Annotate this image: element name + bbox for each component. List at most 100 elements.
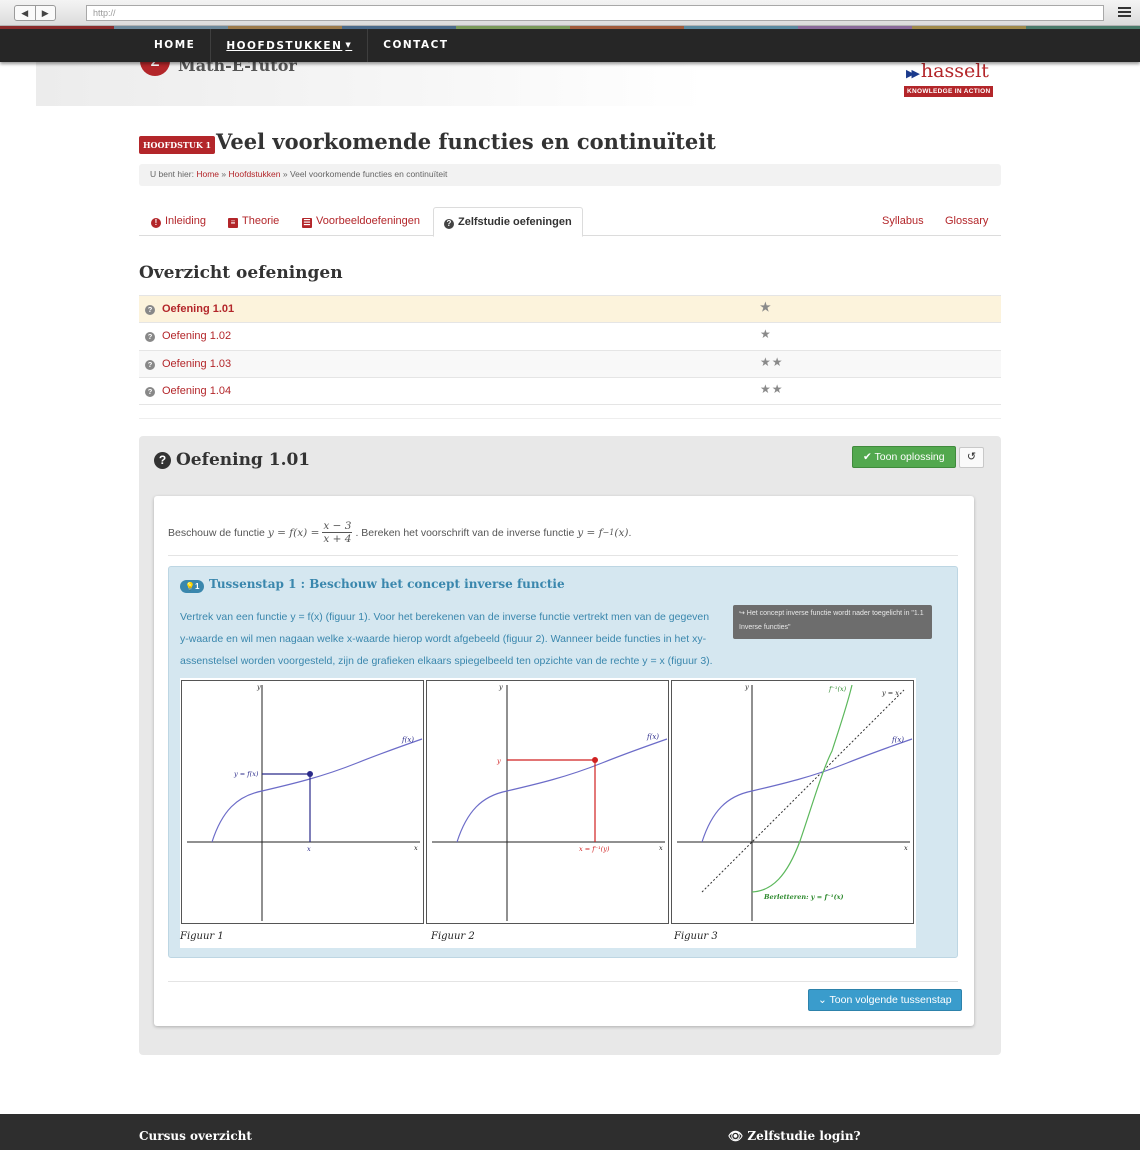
- question-icon: ?: [145, 359, 155, 370]
- reset-button[interactable]: ↺: [959, 447, 984, 468]
- back-button[interactable]: ◀: [15, 6, 35, 20]
- hint-badge: 💡1: [180, 580, 205, 593]
- point-marker: [307, 771, 313, 777]
- exercise-label[interactable]: Oefening 1.02: [162, 323, 231, 350]
- color-strip-segment: [0, 26, 114, 29]
- list-icon: ☰: [302, 218, 312, 228]
- exercise-list: ? Oefening 1.01 ★ ? Oefening 1.02 ★ ? Oefenin…: [139, 295, 1001, 406]
- refresh-icon: ↺: [966, 451, 977, 463]
- difficulty-stars: ★: [760, 300, 772, 314]
- question-prefix: Beschouw de functie: [168, 526, 265, 539]
- university-logo[interactable]: ▶▶ hasselt KNOWLEDGE IN ACTION: [904, 60, 994, 97]
- color-strip-segment: [456, 26, 570, 29]
- question-icon: ?: [145, 386, 155, 397]
- tab-examples-label: Voorbeeldoefeningen: [316, 215, 420, 227]
- logo-arrows-icon: ▶▶: [906, 68, 920, 80]
- forward-button[interactable]: ▶: [34, 6, 56, 20]
- figure-3-graph: f(x) f⁻¹(x) y = x Berletteren: y = f⁻¹(x…: [677, 683, 913, 921]
- math-superscript: −1: [602, 528, 615, 537]
- tab-theory[interactable]: ≡ Theorie: [228, 207, 279, 236]
- exercise-card: Beschouw de functie y = f(x) = x − 3x + …: [154, 496, 974, 1026]
- figure-caption: Figuur 3: [674, 931, 718, 942]
- note-label: Berletteren: y = f⁻¹(x): [763, 893, 844, 901]
- question-circle-icon: ?: [154, 452, 171, 469]
- function-curve: [456, 738, 668, 843]
- next-step-label: Toon volgende tussenstap: [829, 994, 952, 1006]
- list-item[interactable]: ? Oefening 1.02 ★: [139, 323, 1001, 351]
- question-icon: ?: [145, 305, 155, 315]
- divider: [139, 418, 1001, 419]
- footer-course-overview[interactable]: Cursus overzicht: [139, 1129, 252, 1143]
- exercise-label[interactable]: Oefening 1.03: [162, 351, 231, 378]
- book-icon: ≡: [228, 218, 238, 228]
- reference-tooltip[interactable]: ↪ Het concept inverse functie wordt nade…: [733, 605, 932, 639]
- tab-glossary[interactable]: Glossary: [945, 207, 988, 236]
- nav-contact[interactable]: CONTACT: [368, 29, 463, 62]
- nav-home[interactable]: HOME: [139, 29, 212, 62]
- exercise-title: ? Oefening 1.01: [154, 450, 310, 470]
- breadcrumb-chapters[interactable]: Hoofdstukken: [229, 169, 281, 179]
- breadcrumb-separator: »: [282, 169, 288, 179]
- inverse-label: f⁻¹(x): [828, 685, 847, 693]
- list-item[interactable]: ? Oefening 1.03 ★★: [139, 350, 1001, 378]
- tab-intro-label: Inleiding: [165, 215, 206, 227]
- axis-x-label: x: [414, 844, 418, 852]
- check-icon: ✔: [863, 451, 875, 463]
- breadcrumb-home[interactable]: Home: [196, 169, 219, 179]
- color-strip-segment: [798, 26, 912, 29]
- exercise-title-text: Oefening 1.01: [176, 450, 311, 470]
- exercise-panel: ? Oefening 1.01 ✔ Toon oplossing ↺ Bescho…: [139, 436, 1001, 1055]
- list-item[interactable]: ? Oefening 1.04 ★★: [139, 378, 1001, 406]
- math-rhs: y = f: [577, 526, 603, 539]
- tab-syllabus[interactable]: Syllabus: [882, 207, 924, 236]
- header-banner: Z Math-E-Tutor: [36, 54, 706, 106]
- tab-selfstudy-label: Zelfstudie oefeningen: [458, 216, 572, 228]
- info-icon: !: [151, 218, 161, 228]
- footer: Cursus overzicht 👁 Zelfstudie login?: [0, 1114, 1140, 1150]
- inverse-curve: [751, 684, 853, 893]
- divider: [168, 981, 958, 982]
- page-title: Veel voorkomende functies en continuïtei…: [216, 129, 716, 154]
- difficulty-stars: ★★: [760, 354, 784, 369]
- color-strip-segment: [570, 26, 684, 29]
- question-middle: . Bereken het voorschrift van de inverse…: [355, 526, 575, 539]
- history-buttons: ◀ ▶: [14, 5, 56, 21]
- tab-examples[interactable]: ☰ Voorbeeldoefeningen: [302, 207, 420, 236]
- color-strip-segment: [1026, 26, 1140, 29]
- question-suffix: .: [628, 526, 632, 539]
- address-bar[interactable]: http://: [86, 5, 1104, 21]
- breadcrumb: U bent hier: Home » Hoofdstukken » Veel …: [139, 164, 1001, 186]
- show-solution-button[interactable]: ✔ Toon oplossing: [852, 446, 956, 468]
- axis-x-label: x: [659, 844, 663, 852]
- figure-1: f(x) y = f(x) x x y: [181, 680, 424, 924]
- step-text-line: Vertrek van een functie y = f(x) (figuur…: [180, 611, 710, 623]
- tab-intro[interactable]: ! Inleiding: [151, 207, 206, 236]
- figure-2: f(x) y x = f⁻¹(y) x y: [426, 680, 669, 924]
- point-marker: [592, 757, 598, 763]
- exercise-label[interactable]: Oefening 1.04: [162, 378, 231, 405]
- nav-chapters-label: HOOFDSTUKKEN: [226, 40, 343, 52]
- tab-selfstudy[interactable]: ? Zelfstudie oefeningen: [433, 207, 583, 237]
- curve-label: f(x): [401, 736, 414, 744]
- function-curve: [701, 738, 913, 843]
- hamburger-menu-icon[interactable]: [1118, 7, 1131, 19]
- chevron-down-icon: ⌄: [818, 994, 830, 1006]
- footer-login[interactable]: 👁 Zelfstudie login?: [728, 1129, 861, 1143]
- nav-chapters-dropdown[interactable]: HOOFDSTUKKEN ▼: [211, 29, 369, 62]
- exercise-label[interactable]: Oefening 1.01: [162, 296, 234, 323]
- browser-toolbar: ◀ ▶ http://: [0, 0, 1140, 26]
- figure-1-graph: f(x) y = f(x) x x y: [187, 683, 423, 921]
- caret-down-icon: ▼: [345, 41, 353, 49]
- step-text: Vertrek van een functie y = f(x) (figuur…: [180, 606, 730, 672]
- x-value-label: x: [307, 845, 311, 853]
- function-curve: [211, 738, 423, 843]
- fraction-numerator: x − 3: [322, 520, 353, 533]
- list-item[interactable]: ? Oefening 1.01 ★: [139, 296, 1001, 324]
- math-lhs: y = f(x) =: [267, 526, 320, 539]
- next-step-button[interactable]: ⌄ Toon volgende tussenstap: [808, 989, 962, 1011]
- math-rhs-end: (x): [614, 526, 629, 539]
- breadcrumb-current: Veel voorkomende functies en continuïtei…: [289, 169, 448, 179]
- difficulty-stars: ★: [760, 327, 772, 342]
- fraction-denominator: x + 4: [323, 533, 352, 545]
- question-text: Beschouw de functie y = f(x) = x − 3x + …: [168, 512, 958, 556]
